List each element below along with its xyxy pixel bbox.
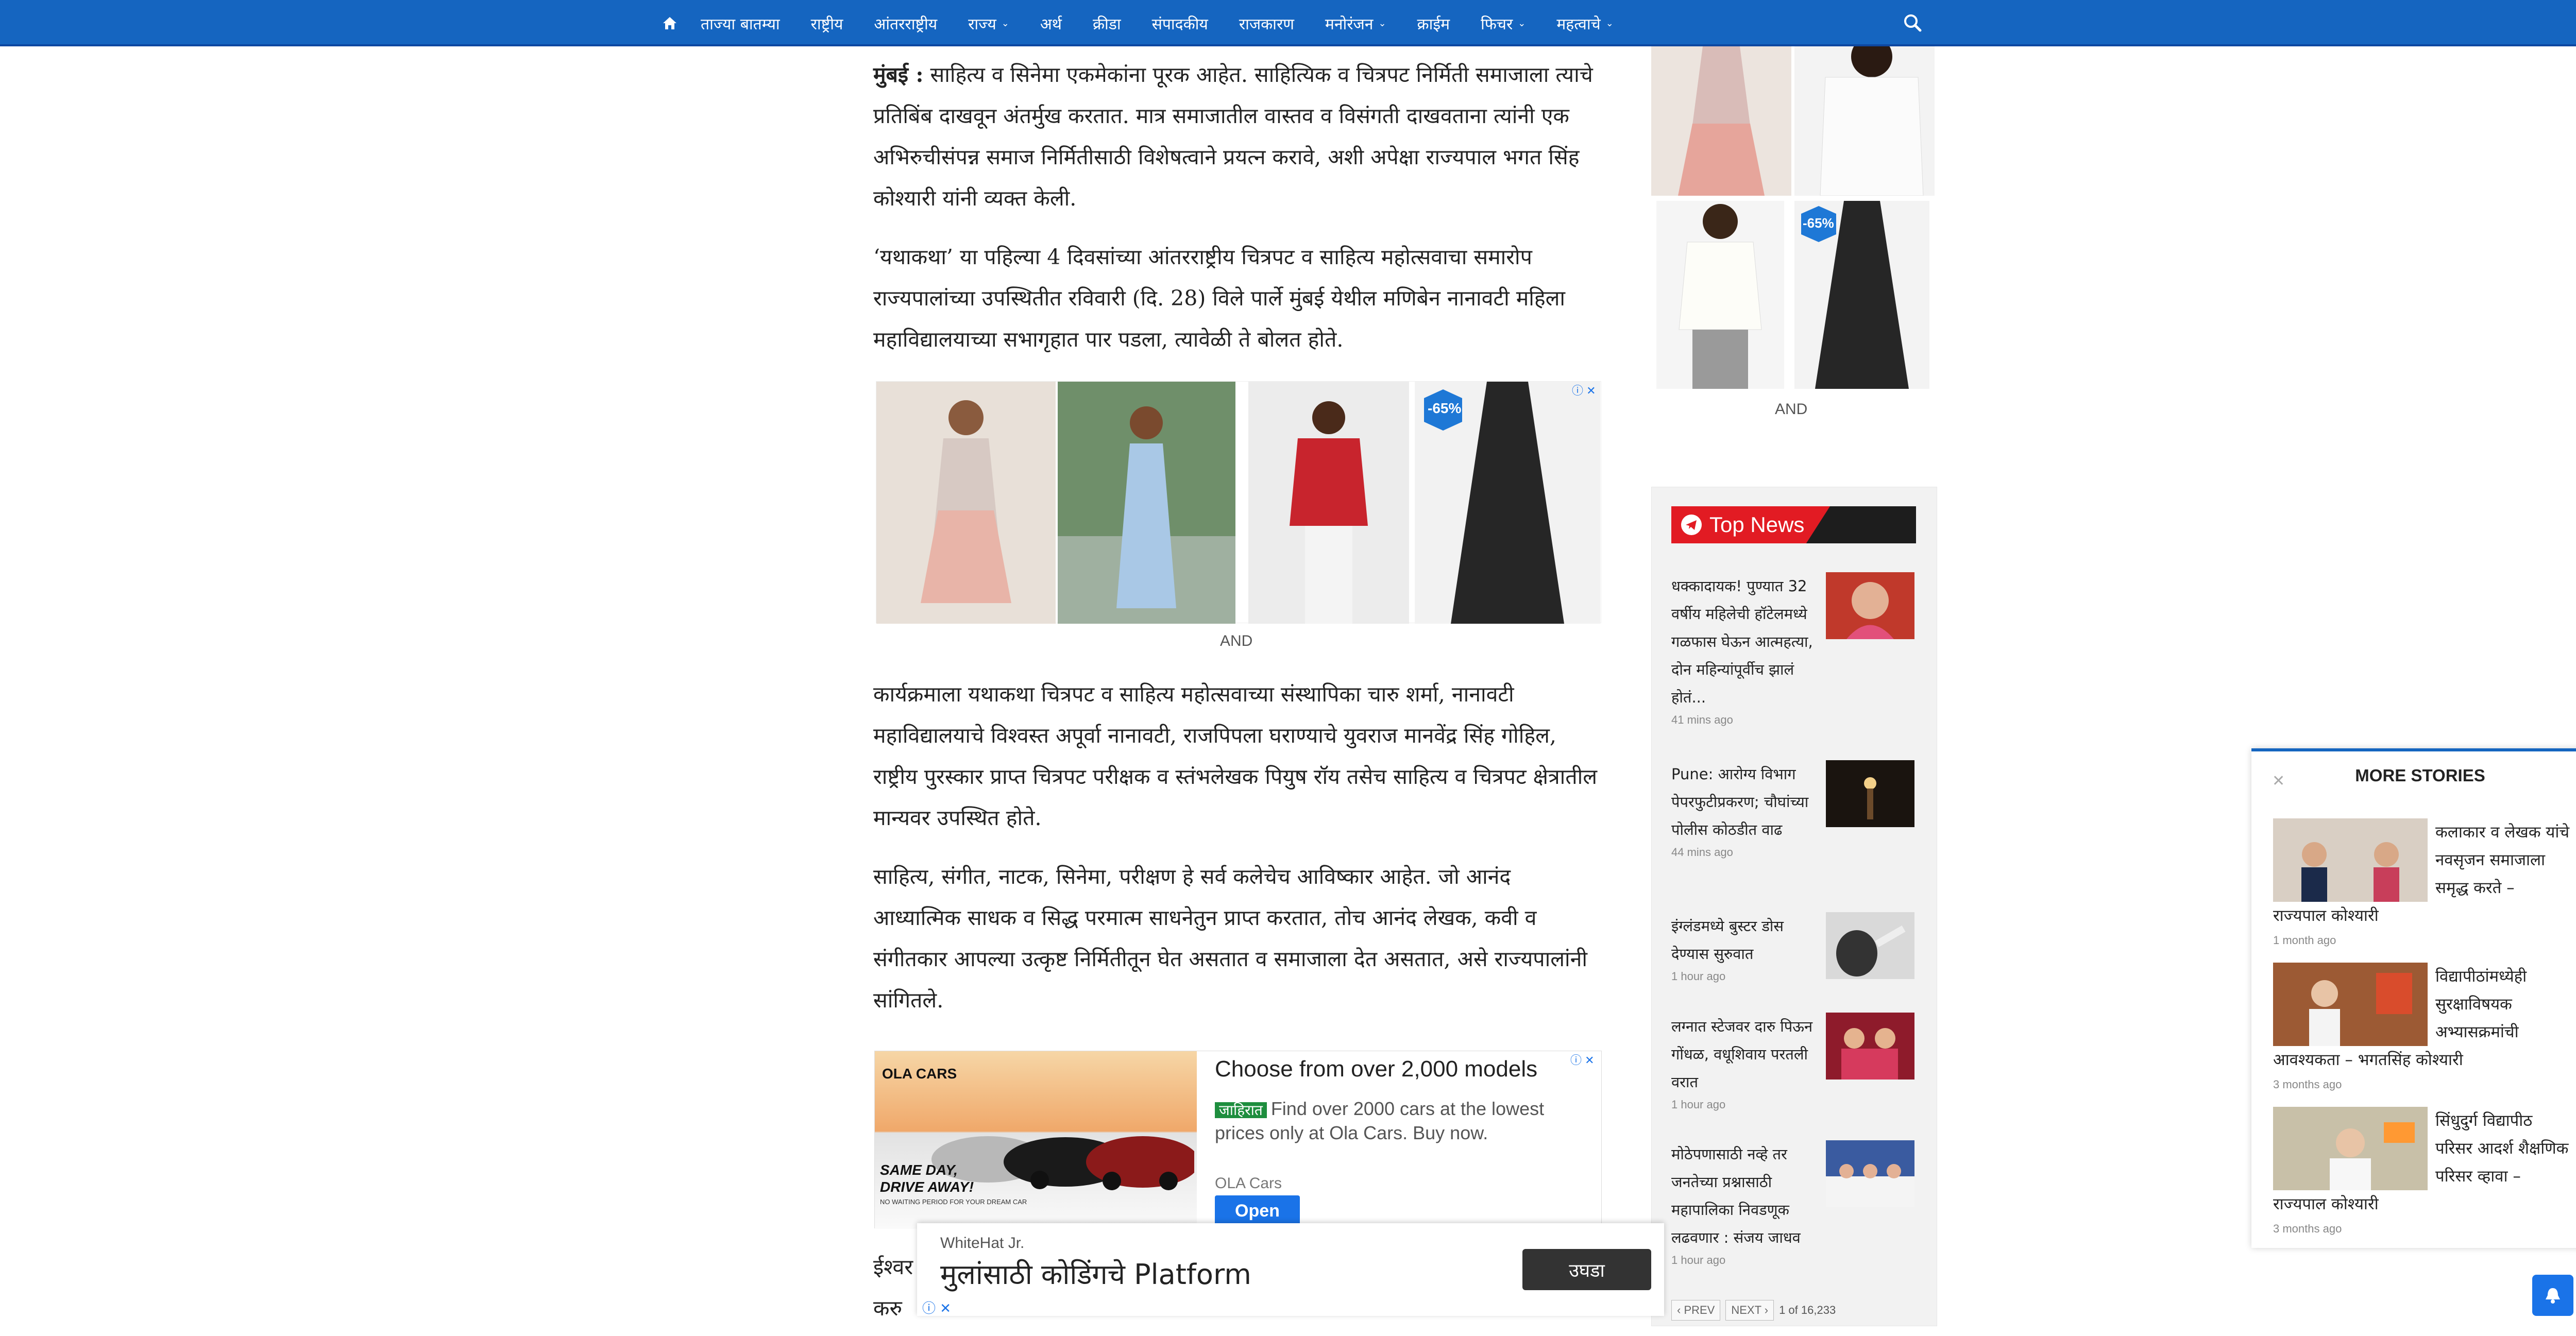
ola-open-button[interactable]: Open	[1215, 1195, 1300, 1226]
nav-item-sports[interactable]: क्रीडा	[1077, 0, 1137, 46]
news-thumbnail[interactable]	[1826, 912, 1914, 979]
news-thumbnail[interactable]	[1826, 760, 1914, 827]
ad-product-image-blue-outfit[interactable]	[1058, 382, 1235, 624]
ola-slogan-line-2: DRIVE AWAY!	[880, 1179, 974, 1195]
next-button[interactable]: NEXT ›	[1725, 1300, 1774, 1321]
ola-ad-brand: OLA Cars	[1215, 1175, 1282, 1192]
nav-item-entertainment[interactable]: मनोरंजन ⌄	[1310, 0, 1402, 46]
nav-item-editorial[interactable]: संपादकीय	[1137, 0, 1224, 46]
news-thumbnail[interactable]	[1826, 572, 1914, 639]
ad-product-image-white-top[interactable]	[1794, 46, 1935, 196]
search-icon[interactable]	[1901, 11, 1925, 35]
chevron-down-icon: ⌄	[1518, 18, 1526, 29]
article-body-continued: कार्यक्रमाला यथाकथा चित्रपट व साहित्य मह…	[873, 674, 1605, 1038]
article-paragraph-3: कार्यक्रमाला यथाकथा चित्रपट व साहित्य मह…	[873, 682, 1598, 830]
top-news-header: Top News	[1671, 506, 1916, 543]
story-thumbnail[interactable]	[2273, 818, 2428, 902]
top-navigation-bar: ताज्या बातम्या राष्ट्रीय आंतरराष्ट्रीय र…	[0, 0, 2576, 46]
prev-button[interactable]: ‹ PREV	[1671, 1300, 1721, 1321]
top-news-item[interactable]: लग्नात स्टेजवर दारु पिऊन गोंधळ, वधूशिवाय…	[1671, 1013, 1916, 1111]
article-paragraph-5-partial: ईश्वर करु	[873, 1255, 913, 1321]
top-news-title: Top News	[1709, 512, 1805, 537]
sidebar-fashion-ad[interactable]: -65%	[1651, 46, 1935, 391]
adchoices-icon[interactable]: ⓘ ✕	[1572, 382, 1601, 397]
cars-illustration	[931, 1136, 1194, 1190]
chevron-down-icon: ⌄	[1001, 18, 1009, 29]
dateline: मुंबई :	[873, 62, 924, 87]
ola-ad-title[interactable]: Choose from over 2,000 models	[1215, 1056, 1537, 1082]
top-news-item[interactable]: मोठेपणासाठी नव्हे तर जनतेच्या प्रश्नासाठ…	[1671, 1140, 1916, 1267]
ola-footnote: NO WAITING PERIOD FOR YOUR DREAM CAR	[880, 1198, 1027, 1206]
nav-item-politics[interactable]: राजकारण	[1224, 0, 1310, 46]
top-news-widget: Top News धक्कादायक! पुण्यात 32 वर्षीय मह…	[1651, 487, 1937, 1326]
ad-product-image-red-sweater[interactable]	[1248, 382, 1409, 624]
story-thumbnail[interactable]	[2273, 1107, 2428, 1190]
ad-product-image-white-sweater[interactable]	[1656, 201, 1784, 389]
notification-bell-icon[interactable]	[2532, 1275, 2573, 1316]
ola-cars-ad-image[interactable]: OLA CARS SAME DAY, DRIVE AWAY! NO WAITIN…	[875, 1051, 1197, 1229]
news-thumbnail[interactable]	[1826, 1140, 1914, 1207]
home-icon[interactable]	[654, 0, 685, 46]
more-story-item[interactable]: कलाकार व लेखक यांचे नवसृजन समाजाला समृद्…	[2273, 818, 2572, 947]
story-thumbnail[interactable]	[2273, 963, 2428, 1046]
article-body: मुंबई : साहित्य व सिनेमा एकमेकांना पूरक …	[873, 54, 1605, 378]
nav-item-state[interactable]: राज्य ⌄	[953, 0, 1025, 46]
discount-badge-text: -65%	[1428, 400, 1462, 416]
nav-item-feature[interactable]: फिचर ⌄	[1465, 0, 1541, 46]
ola-slogan-line-1: SAME DAY,	[880, 1162, 958, 1178]
sticky-ad-headline[interactable]: मुलांसाठी कोडिंगचे Platform	[940, 1254, 1251, 1292]
telegram-icon	[1681, 515, 1702, 535]
top-news-item[interactable]: इंग्लंडमध्ये बुस्टर डोस देण्यास सुरुवात …	[1671, 912, 1916, 983]
more-stories-title: MORE STORIES	[2355, 766, 2485, 785]
article-paragraph-2: ‘यथाकथा’ या पहिल्या 4 दिवसांच्या आंतरराष…	[873, 245, 1566, 352]
top-news-pagination: ‹ PREV NEXT › 1 of 16,233	[1671, 1300, 1836, 1321]
adchoices-icon[interactable]: ⓘ ✕	[922, 1298, 951, 1317]
more-story-item[interactable]: सिंधुदुर्ग विद्यापीठ परिसर आदर्श शैक्षणि…	[2273, 1107, 2572, 1236]
pagination-count: 1 of 16,233	[1779, 1304, 1836, 1316]
ola-ad-description: जाहिरात Find over 2000 cars at the lowest…	[1215, 1098, 1545, 1143]
sticky-ad-open-button[interactable]: उघडा	[1522, 1249, 1651, 1290]
adchoices-icon[interactable]: ⓘ ✕	[1570, 1051, 1599, 1067]
top-news-item[interactable]: Pune: आरोग्य विभाग पेपरफुटीप्रकरण; चौघां…	[1671, 760, 1916, 859]
article-paragraph-1: मुंबई : साहित्य व सिनेमा एकमेकांना पूरक …	[873, 62, 1593, 211]
article-paragraph-4: साहित्य, संगीत, नाटक, सिनेमा, परीक्षण हे…	[873, 864, 1587, 1013]
nav-item-latest-news[interactable]: ताज्या बातम्या	[685, 0, 795, 46]
news-thumbnail[interactable]	[1826, 1013, 1914, 1080]
nav-item-international[interactable]: आंतरराष्ट्रीय	[858, 0, 953, 46]
fashion-ad-gallery[interactable]: -65% ⓘ ✕	[876, 381, 1601, 624]
nav-item-important[interactable]: महत्वाचे ⌄	[1541, 0, 1629, 46]
discount-badge-text: -65%	[1803, 215, 1834, 231]
nav-item-economy[interactable]: अर्थ	[1025, 0, 1077, 46]
more-stories-popup: ✕ MORE STORIES कलाकार व लेखक यांचे नवसृज…	[2251, 748, 2576, 1248]
ad-product-image-dress[interactable]	[876, 382, 1056, 624]
sticky-bottom-ad[interactable]: WhiteHat Jr. मुलांसाठी कोडिंगचे Platform…	[917, 1223, 1664, 1316]
ad-brand-label: AND	[1775, 401, 1808, 418]
ola-logo: OLA CARS	[882, 1066, 957, 1082]
ola-cars-ad[interactable]: OLA CARS SAME DAY, DRIVE AWAY! NO WAITIN…	[874, 1051, 1602, 1229]
nav-item-national[interactable]: राष्ट्रीय	[795, 0, 859, 46]
ad-brand-label: AND	[1220, 632, 1253, 649]
nav-item-crime[interactable]: क्राईम	[1402, 0, 1465, 46]
nav-menu: ताज्या बातम्या राष्ट्रीय आंतरराष्ट्रीय र…	[654, 0, 1629, 46]
more-story-item[interactable]: विद्यापीठांमध्येही सुरक्षाविषयक अभ्यासक्…	[2273, 963, 2572, 1091]
sticky-ad-brand: WhiteHat Jr.	[940, 1235, 1025, 1252]
chevron-down-icon: ⌄	[1605, 18, 1614, 29]
chevron-down-icon: ⌄	[1378, 18, 1386, 29]
ad-product-image-floral-dress[interactable]	[1651, 46, 1791, 196]
top-news-item[interactable]: धक्कादायक! पुण्यात 32 वर्षीय महिलेची हॉट…	[1671, 572, 1916, 727]
ad-tag: जाहिरात	[1215, 1102, 1267, 1118]
